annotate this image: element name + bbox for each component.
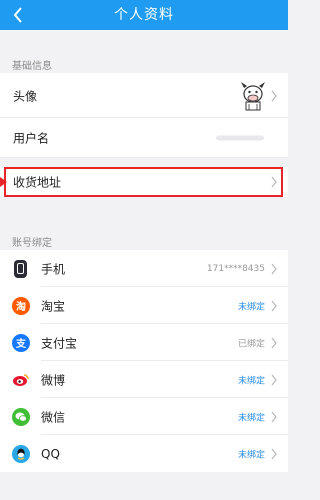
- account-row-wechat[interactable]: 微信 未绑定: [0, 398, 288, 435]
- divider: [0, 157, 288, 158]
- account-row-phone[interactable]: 手机 171****8435: [0, 250, 288, 287]
- taobao-icon: 淘: [12, 296, 30, 315]
- section-label-basic: 基础信息: [12, 61, 52, 72]
- avatar-label: 头像: [13, 89, 38, 103]
- chevron-right-icon: [271, 176, 277, 188]
- account-row-taobao[interactable]: 淘淘宝 未绑定: [0, 287, 288, 324]
- account-status: 未绑定: [237, 376, 265, 386]
- wechat-icon: [12, 407, 30, 426]
- chevron-right-icon: [271, 90, 277, 101]
- account-status: 未绑定: [237, 302, 265, 312]
- page-title: 个人资料: [114, 7, 174, 23]
- chevron-right-icon: [271, 300, 277, 311]
- qq-icon: [12, 444, 30, 463]
- account-label: 微博: [41, 373, 66, 387]
- account-label: 手机: [41, 262, 66, 276]
- alipay-icon: 支: [12, 333, 30, 352]
- avatar-row[interactable]: 头像: [0, 73, 288, 118]
- account-status: 未绑定: [237, 450, 265, 460]
- account-row-weibo[interactable]: 微博 未绑定: [0, 361, 288, 398]
- weibo-icon: [12, 370, 30, 389]
- account-label: 淘宝: [41, 299, 66, 313]
- account-status: 已绑定: [237, 339, 265, 349]
- address-row[interactable]: 收货地址: [0, 167, 288, 197]
- account-status: 171****8435: [206, 263, 265, 274]
- account-row-qq[interactable]: QQ 未绑定: [0, 435, 288, 472]
- chevron-right-icon: [271, 263, 277, 274]
- account-label: 支付宝: [41, 336, 78, 350]
- chevron-right-icon: [271, 448, 277, 459]
- chevron-right-icon: [271, 337, 277, 348]
- chevron-right-icon: [271, 411, 277, 422]
- username-value-redacted: [216, 135, 264, 141]
- phone-icon: [14, 259, 27, 278]
- account-label: QQ: [41, 446, 60, 461]
- chevron-right-icon: [271, 374, 277, 385]
- address-label: 收货地址: [13, 175, 62, 190]
- top-bar: 个人资料: [0, 0, 288, 30]
- account-row-alipay[interactable]: 支支付宝 已绑定: [0, 324, 288, 361]
- highlight-pointer-arrow: [0, 177, 7, 187]
- avatar[interactable]: [238, 80, 268, 112]
- username-row[interactable]: 用户名: [0, 118, 288, 158]
- account-label: 微信: [41, 410, 66, 424]
- username-label: 用户名: [13, 131, 50, 146]
- section-label-accounts: 账号绑定: [12, 238, 52, 249]
- account-status: 未绑定: [237, 413, 265, 423]
